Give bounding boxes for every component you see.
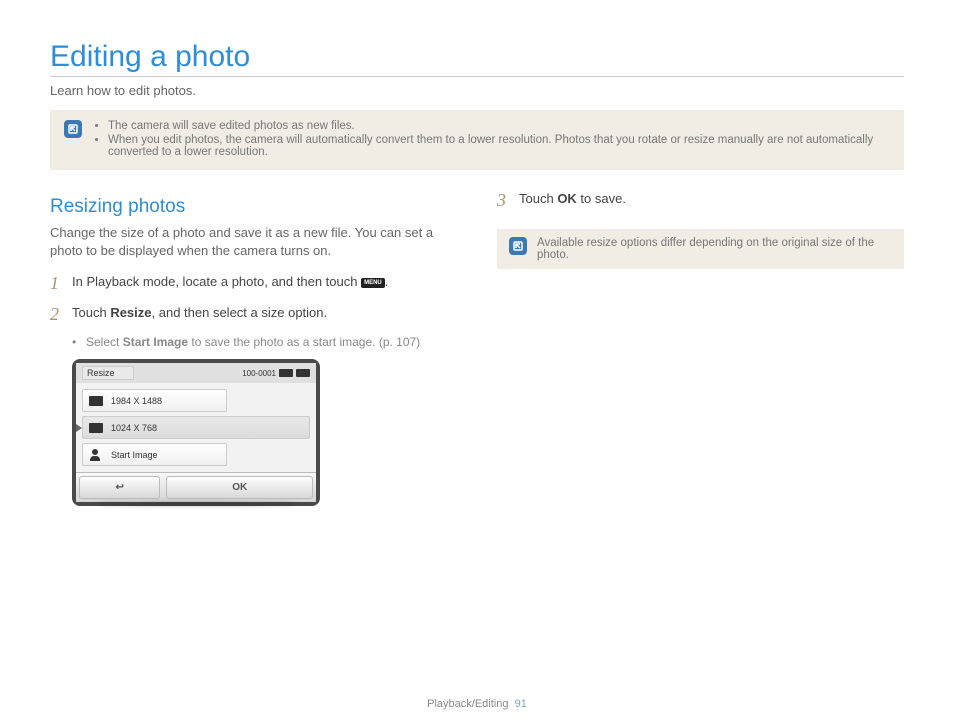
top-note-item: When you edit photos, the camera will au… <box>108 134 890 158</box>
resize-option-label: Start Image <box>111 450 158 460</box>
footer-section: Playback/Editing <box>427 698 508 710</box>
top-note-item: The camera will save edited photos as ne… <box>108 120 890 132</box>
step-2-sub: • Select Start Image to save the photo a… <box>72 335 457 349</box>
screen-title: Resize <box>82 366 134 380</box>
note-icon <box>509 237 527 255</box>
back-button[interactable]: ↩ <box>79 476 160 499</box>
step-2-text-pre: Touch <box>72 305 110 320</box>
resize-option[interactable]: 1024 X 768 <box>82 416 310 439</box>
step-2-sub-post: to save the photo as a start image. (p. … <box>188 335 420 349</box>
menu-icon: MENU <box>361 278 385 288</box>
top-note-box: The camera will save edited photos as ne… <box>50 110 904 170</box>
step-3: 3 Touch OK to save. <box>497 190 904 211</box>
page-footer: Playback/Editing 91 <box>0 698 954 710</box>
step-2-sub-bold: Start Image <box>123 335 188 349</box>
right-column: 3 Touch OK to save. Available resize opt… <box>497 190 904 506</box>
step-2-sub-pre: Select <box>86 335 123 349</box>
ok-text-icon: OK <box>557 191 577 206</box>
resize-option[interactable]: 1984 X 1488 <box>82 389 227 412</box>
step-1-text-pre: In Playback mode, locate a photo, and th… <box>72 274 361 289</box>
card-icon <box>279 369 293 377</box>
step-2-bold: Resize <box>110 305 151 320</box>
step-2: 2 Touch Resize, and then select a size o… <box>50 304 457 325</box>
resize-option-label: 1024 X 768 <box>111 423 157 433</box>
step-1-text-post: . <box>385 274 389 289</box>
step-number: 1 <box>50 273 72 294</box>
person-icon <box>89 449 103 461</box>
resize-size-icon <box>89 423 103 433</box>
footer-page: 91 <box>515 698 527 710</box>
side-note-text: Available resize options differ dependin… <box>537 237 892 261</box>
left-column: Resizing photos Change the size of a pho… <box>50 190 457 506</box>
battery-icon <box>296 369 310 377</box>
top-note-content: The camera will save edited photos as ne… <box>92 120 890 160</box>
camera-screen: Resize 100-0001 1984 X 1488 1024 X 768 <box>72 359 320 506</box>
step-2-text-post: , and then select a size option. <box>152 305 328 320</box>
page-intro: Learn how to edit photos. <box>50 83 904 98</box>
step-number: 3 <box>497 190 519 211</box>
section-heading: Resizing photos <box>50 196 457 218</box>
side-note-box: Available resize options differ dependin… <box>497 229 904 269</box>
step-1: 1 In Playback mode, locate a photo, and … <box>50 273 457 294</box>
section-desc: Change the size of a photo and save it a… <box>50 224 457 259</box>
step-3-text-post: to save. <box>577 191 626 206</box>
step-number: 2 <box>50 304 72 325</box>
resize-option-label: 1984 X 1488 <box>111 396 162 406</box>
file-number: 100-0001 <box>242 369 276 378</box>
step-3-text-pre: Touch <box>519 191 557 206</box>
note-icon <box>64 120 82 138</box>
resize-size-icon <box>89 396 103 406</box>
page-title: Editing a photo <box>50 40 904 77</box>
ok-button[interactable]: OK <box>166 476 313 499</box>
resize-option[interactable]: Start Image <box>82 443 227 466</box>
